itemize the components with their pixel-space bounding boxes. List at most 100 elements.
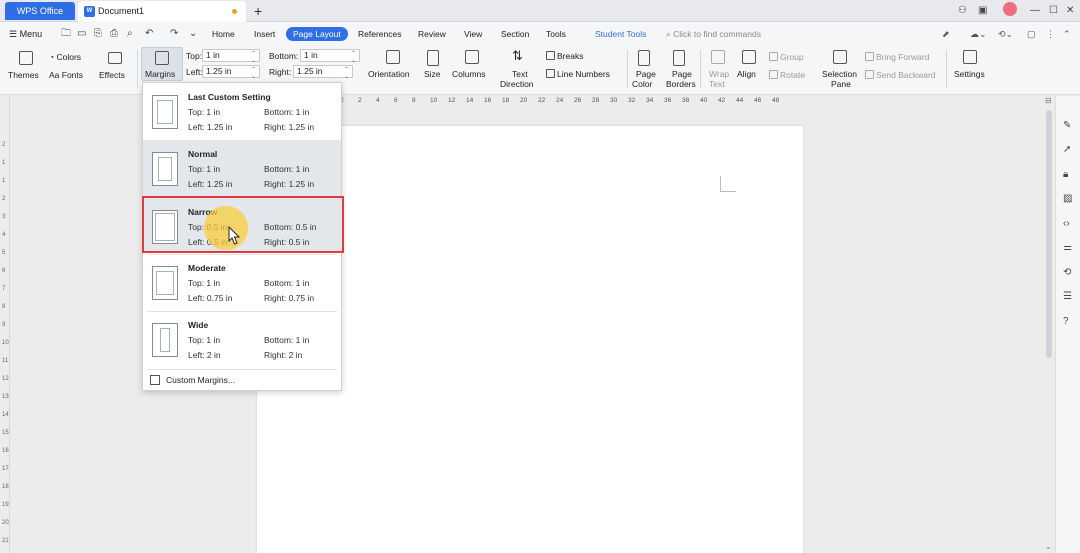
new-tab-button[interactable]: +: [254, 2, 262, 20]
ruler-tick-label: 16: [484, 97, 492, 104]
export-icon[interactable]: ⎘: [94, 28, 102, 40]
close-icon[interactable]: ✕: [1066, 4, 1074, 18]
image-icon[interactable]: ▨: [1063, 193, 1072, 205]
cloud-icon[interactable]: ☁⌄: [970, 28, 987, 40]
print-icon[interactable]: ⎙: [110, 28, 118, 40]
ruler-tick-label: 5: [2, 250, 6, 256]
save-icon[interactable]: ▭: [77, 28, 86, 40]
ruler-tick-label: 9: [2, 322, 6, 328]
share-icon[interactable]: ⬈: [942, 28, 950, 40]
effects-button[interactable]: Effects: [99, 70, 125, 81]
text-direction-label-2[interactable]: Direction: [500, 79, 534, 90]
avatar[interactable]: [1003, 2, 1017, 16]
vertical-scrollbar[interactable]: ⊟ ⌄: [1044, 96, 1054, 553]
custom-margins-icon: [150, 375, 160, 385]
settings-icon: [963, 50, 977, 64]
menu-button[interactable]: ☰ Menu: [9, 27, 42, 41]
send-backward-label: Send Backward: [876, 70, 936, 80]
settings-button[interactable]: Settings: [954, 69, 985, 80]
size-button[interactable]: Size: [424, 69, 441, 80]
bring-forward-label: Bring Forward: [876, 52, 930, 62]
effects-icon: [108, 52, 122, 64]
margin-option-bottom: Bottom: 0.5 in: [264, 222, 317, 232]
page-color-label-2[interactable]: Color: [632, 79, 652, 90]
breaks-button[interactable]: Breaks: [546, 51, 583, 62]
margin-option-bottom: Bottom: 1 in: [264, 107, 310, 117]
scroll-up-icon[interactable]: ⊟: [1045, 96, 1052, 105]
scrollbar-thumb[interactable]: [1046, 110, 1052, 358]
print-preview-icon[interactable]: ⌕: [127, 28, 133, 40]
sliders-icon[interactable]: ⚌: [1063, 242, 1072, 254]
open-folder-icon[interactable]: 🗀: [61, 28, 71, 40]
layers-icon[interactable]: ☰: [1063, 291, 1072, 303]
margin-option-last-custom[interactable]: Last Custom Setting Top: 1 in Bottom: 1 …: [143, 83, 341, 140]
margin-option-title: Normal: [188, 149, 218, 159]
custom-margins-item[interactable]: Custom Margins...: [143, 370, 341, 390]
tab-references[interactable]: References: [358, 28, 401, 41]
breaks-icon: [546, 51, 555, 60]
ruler-tick-label: 2: [358, 97, 362, 104]
columns-button[interactable]: Columns: [452, 69, 486, 80]
help-icon[interactable]: ?: [1063, 316, 1069, 328]
sync-icon[interactable]: ⟲⌄: [998, 28, 1013, 40]
ruler-tick-label: 19: [2, 502, 9, 508]
mouse-pointer-icon: [228, 226, 241, 245]
margin-option-moderate[interactable]: Moderate Top: 1 in Bottom: 1 in Left: 0.…: [143, 254, 341, 311]
line-numbers-button[interactable]: Line Numbers: [546, 69, 610, 80]
tab-view[interactable]: View: [464, 28, 482, 41]
page-borders-label-2[interactable]: Borders: [666, 79, 696, 90]
more-icon[interactable]: ⋮: [1046, 28, 1055, 40]
bottom-margin-input[interactable]: 1 in: [300, 49, 360, 64]
margins-button[interactable]: Margins: [145, 69, 175, 80]
top-margin-input[interactable]: 1 in: [202, 49, 260, 64]
wps-office-tab[interactable]: WPS Office: [5, 2, 75, 20]
margin-option-top: Top: 1 in: [188, 335, 221, 345]
minimize-icon[interactable]: —: [1030, 4, 1040, 18]
code-icon[interactable]: ‹›: [1063, 218, 1070, 230]
customize-toolbar-icon[interactable]: ⌄: [189, 28, 197, 40]
tab-tools[interactable]: Tools: [546, 28, 566, 41]
select-cursor-icon[interactable]: ➚: [1063, 144, 1071, 156]
orientation-button[interactable]: Orientation: [368, 69, 410, 80]
tab-insert[interactable]: Insert: [254, 28, 275, 41]
selection-pane-label-2[interactable]: Pane: [831, 79, 851, 90]
left-margin-label: Left:: [186, 67, 203, 77]
scroll-down-icon[interactable]: ⌄: [1045, 542, 1052, 551]
margin-option-normal[interactable]: Normal Top: 1 in Bottom: 1 in Left: 1.25…: [143, 140, 341, 197]
tab-review[interactable]: Review: [418, 28, 446, 41]
maximize-icon[interactable]: ☐: [1049, 4, 1058, 18]
undo-icon[interactable]: ↶: [145, 28, 153, 40]
tab-home[interactable]: Home: [212, 28, 235, 41]
lock-icon[interactable]: 🔒︎: [1063, 169, 1068, 181]
bring-forward-button: Bring Forward: [865, 52, 929, 63]
tab-student-tools[interactable]: Student Tools: [595, 28, 646, 41]
document-tab[interactable]: W Document1: [78, 1, 246, 22]
tab-section[interactable]: Section: [501, 28, 529, 41]
window-layout-icon[interactable]: ▣: [978, 4, 987, 18]
title-bar: WPS Office W Document1 + ⚇ ▣ — ☐ ✕: [0, 0, 1080, 22]
colors-button[interactable]: ◔ Colors: [49, 52, 81, 63]
collapse-ribbon-icon[interactable]: ⌃: [1063, 28, 1071, 40]
comment-icon[interactable]: ▢: [1027, 28, 1036, 40]
command-search[interactable]: ⌕ Click to find commands: [666, 28, 761, 40]
ruler-tick-label: 46: [754, 97, 762, 104]
custom-margins-label: Custom Margins...: [166, 375, 235, 385]
ruler-tick-label: 7: [2, 286, 6, 292]
align-button[interactable]: Align: [737, 69, 756, 80]
history-icon[interactable]: ⟲: [1063, 267, 1071, 279]
ruler-tick-label: 20: [2, 520, 9, 526]
margin-option-wide[interactable]: Wide Top: 1 in Bottom: 1 in Left: 2 in R…: [143, 311, 341, 368]
ruler-tick-label: 11: [2, 358, 9, 364]
user-icon[interactable]: ⚇: [958, 4, 967, 18]
left-margin-input[interactable]: 1.25 in: [202, 65, 260, 80]
cursor-highlight: [204, 206, 248, 250]
themes-button[interactable]: Themes: [8, 70, 39, 81]
tab-page-layout[interactable]: Page Layout: [286, 27, 348, 41]
fonts-button[interactable]: Aa Fonts: [49, 70, 83, 81]
ruler-tick-label: 6: [2, 268, 6, 274]
ruler-tick-label: 12: [2, 376, 9, 382]
right-margin-input[interactable]: 1.25 in: [293, 65, 353, 80]
edit-icon[interactable]: ✎: [1063, 120, 1071, 132]
ribbon-divider: [946, 50, 947, 88]
redo-icon[interactable]: ↷: [170, 28, 178, 40]
